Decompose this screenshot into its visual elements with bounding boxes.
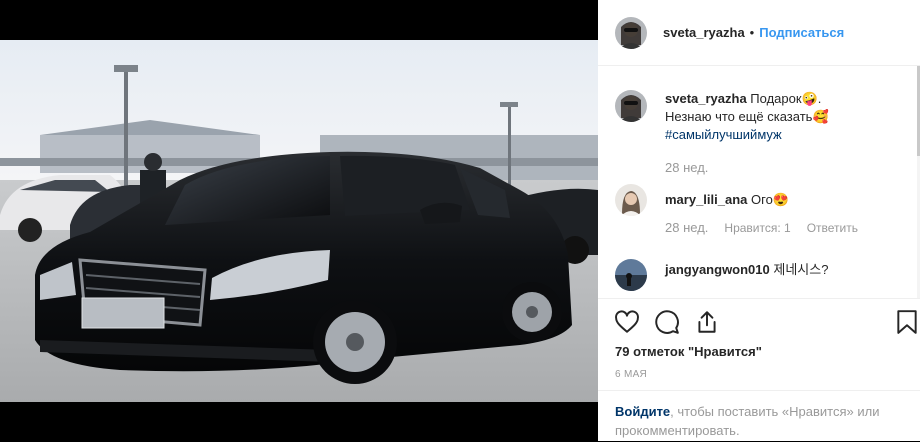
heart-icon[interactable] bbox=[614, 309, 640, 335]
post-actions bbox=[598, 298, 920, 343]
caption-time[interactable]: 28 нед. bbox=[665, 160, 708, 175]
post-date[interactable]: 6 мая bbox=[615, 369, 647, 380]
bookmark-icon[interactable] bbox=[894, 309, 920, 335]
caption-text: sveta_ryazha Подарок🤪. Незнаю что ещё ск… bbox=[665, 90, 905, 144]
likes-count[interactable]: 79 отметок "Нравится" bbox=[615, 344, 762, 359]
author-username[interactable]: sveta_ryazha bbox=[663, 25, 745, 40]
follow-button[interactable]: Подписаться bbox=[759, 25, 844, 40]
comment-item: mary_lili_ana Ого😍 28 нед. Нравится: 1 О… bbox=[615, 184, 911, 244]
comment-reply-button[interactable]: Ответить bbox=[807, 221, 858, 235]
login-prompt-text: Войдите, чтобы поставить «Нравится» или … bbox=[615, 402, 905, 440]
author-avatar-image bbox=[615, 16, 647, 49]
header-separator: • bbox=[749, 25, 755, 40]
caption-username[interactable]: sveta_ryazha bbox=[665, 91, 747, 106]
comment-likes[interactable]: Нравится: 1 bbox=[724, 221, 790, 235]
comment-text: jangyangwon010 제네시스? bbox=[665, 261, 905, 279]
caption-hashtag[interactable]: #самыйлучшиймуж bbox=[665, 127, 782, 142]
author-avatar[interactable] bbox=[615, 16, 647, 49]
caption-emoji-1: 🤪 bbox=[801, 91, 818, 106]
comment-emoji: 😍 bbox=[772, 192, 790, 207]
comment-text: mary_lili_ana Ого😍 bbox=[665, 191, 905, 209]
comment-item: jangyangwon010 제네시스? bbox=[615, 259, 911, 298]
comment-time[interactable]: 28 нед. bbox=[665, 220, 708, 235]
comment-meta: 28 нед. Нравится: 1 Ответить bbox=[665, 220, 858, 235]
comment-avatar-image bbox=[615, 184, 647, 216]
caption-line1: Подарок bbox=[750, 91, 802, 106]
comments-list[interactable]: sveta_ryazha Подарок🤪. Незнаю что ещё ск… bbox=[598, 66, 920, 298]
caption-item: sveta_ryazha Подарок🤪. Незнаю что ещё ск… bbox=[615, 90, 911, 180]
post-side-panel: sveta_ryazha • Подписаться sveta_ryazha … bbox=[598, 0, 920, 441]
comment-avatar-image bbox=[615, 259, 647, 291]
comment-icon[interactable] bbox=[654, 309, 680, 335]
caption-meta: 28 нед. bbox=[665, 160, 708, 175]
caption-emoji-2: 🥰 bbox=[812, 109, 829, 124]
login-prompt: Войдите, чтобы поставить «Нравится» или … bbox=[598, 390, 920, 442]
car-photo-image bbox=[0, 40, 598, 402]
post-header: sveta_ryazha • Подписаться bbox=[598, 0, 920, 66]
caption-line1-end: . bbox=[817, 91, 822, 106]
comment-username[interactable]: jangyangwon010 bbox=[665, 262, 770, 277]
caption-avatar-image bbox=[615, 90, 647, 122]
post-photo[interactable] bbox=[0, 40, 598, 402]
login-link[interactable]: Войдите bbox=[615, 404, 670, 419]
comment-body: 제네시스? bbox=[773, 262, 829, 277]
comment-body: Ого bbox=[751, 192, 773, 207]
caption-line2: Незнаю что ещё сказать bbox=[665, 109, 813, 124]
caption-author-avatar[interactable] bbox=[615, 90, 647, 122]
comment-username[interactable]: mary_lili_ana bbox=[665, 192, 747, 207]
post-photo-area bbox=[0, 0, 598, 441]
comment-avatar[interactable] bbox=[615, 259, 647, 291]
comment-avatar[interactable] bbox=[615, 184, 647, 216]
share-icon[interactable] bbox=[694, 309, 720, 335]
